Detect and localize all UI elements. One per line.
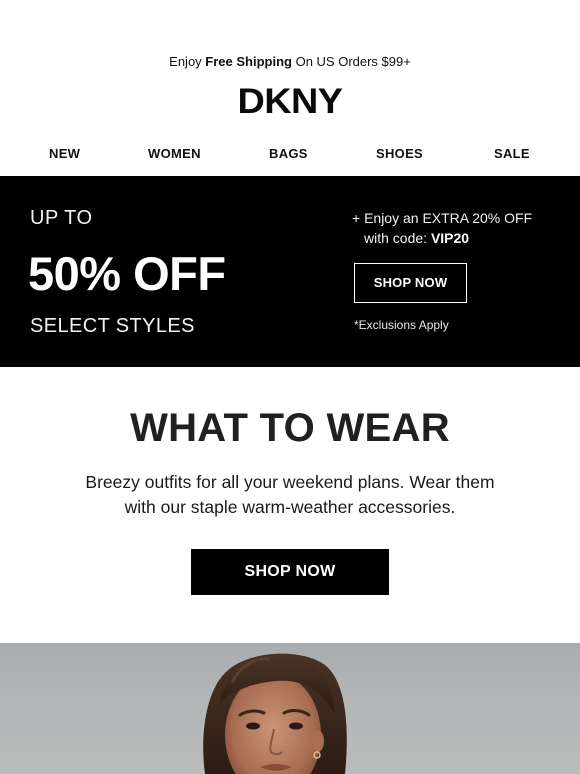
nav-item-new[interactable]: NEW	[49, 144, 80, 164]
nav-item-bags[interactable]: BAGS	[269, 144, 308, 164]
promo-select-styles: SELECT STYLES	[30, 315, 195, 337]
announcement-highlight: Free Shipping	[205, 54, 292, 69]
promo-code: VIP20	[430, 230, 470, 246]
free-shipping-announcement: Enjoy Free Shipping On US Orders $99+	[0, 52, 580, 72]
brand-logo[interactable]: DKNY	[0, 82, 580, 122]
section-description: Breezy outfits for all your weekend plan…	[85, 472, 495, 517]
nav-item-shoes[interactable]: SHOES	[376, 144, 423, 164]
announcement-suffix: On US Orders $99+	[291, 54, 411, 69]
promo-code-line: with code: VIP20	[364, 228, 469, 248]
announcement-prefix: Enjoy	[169, 54, 206, 69]
main-navigation: NEW WOMEN BAGS SHOES SALE	[0, 144, 580, 164]
promo-up-to: UP TO	[30, 207, 93, 229]
hero-model-image[interactable]	[0, 643, 580, 774]
model-photo-illustration	[203, 653, 347, 774]
shop-now-button[interactable]: SHOP NOW	[191, 549, 389, 595]
email-page: Enjoy Free Shipping On US Orders $99+ DK…	[0, 0, 580, 774]
promo-shop-now-button[interactable]: SHOP NOW	[354, 263, 467, 303]
promo-exclusions-note: *Exclusions Apply	[354, 318, 449, 332]
promo-discount-headline: 50% OFF	[28, 247, 226, 300]
sale-promo-banner[interactable]: UP TO 50% OFF SELECT STYLES + Enjoy an E…	[0, 176, 580, 367]
section-title: WHAT TO WEAR	[130, 406, 450, 450]
nav-item-sale[interactable]: SALE	[494, 144, 530, 164]
nav-item-women[interactable]: WOMEN	[148, 144, 201, 164]
promo-extra-offer: + Enjoy an EXTRA 20% OFF	[352, 210, 533, 226]
promo-code-prefix: with code:	[364, 230, 431, 246]
